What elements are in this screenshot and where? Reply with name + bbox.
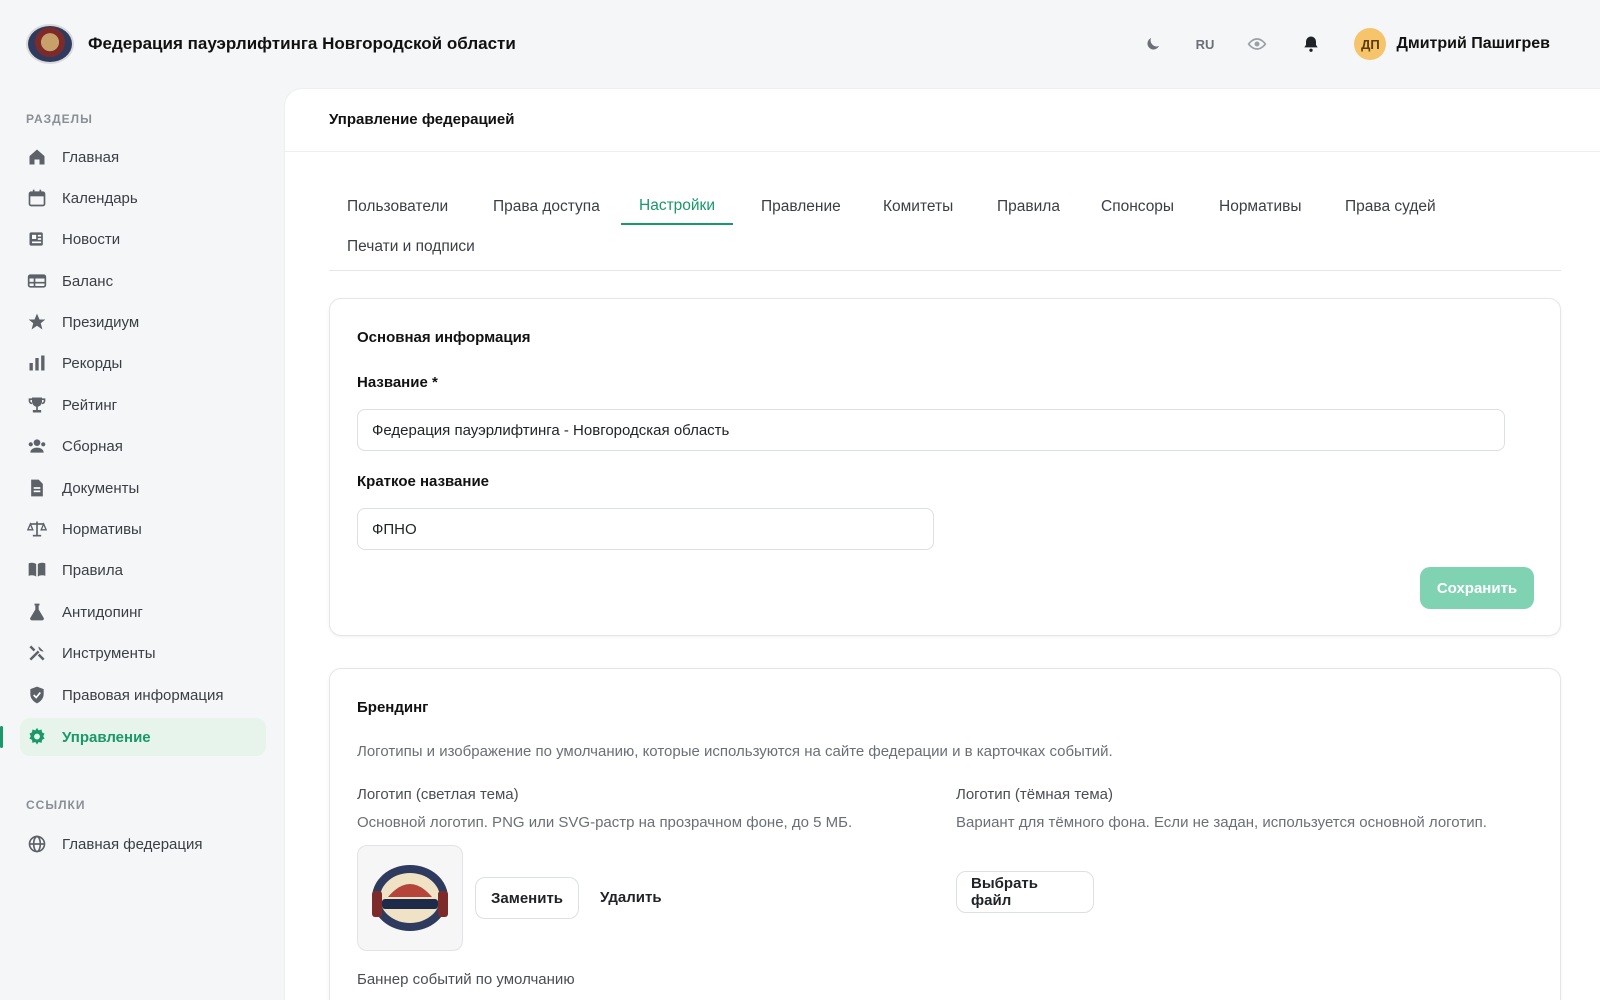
moon-icon[interactable] [1142,33,1164,55]
user-menu[interactable]: ДП Дмитрий Пашигрев [1354,28,1550,60]
document-icon [26,477,48,499]
sidebar-item-documents[interactable]: Документы [20,469,266,507]
tools-icon [26,642,48,664]
sidebar-item-label: Рейтинг [62,396,118,414]
logo-light-label: Логотип (светлая тема) [357,786,519,803]
tabs-divider [329,270,1561,271]
sidebar-item-management[interactable]: Управление [20,718,266,756]
sidebar-item-records[interactable]: Рекорды [20,344,266,382]
user-name: Дмитрий Пашигрев [1396,35,1550,52]
avatar: ДП [1354,28,1387,60]
logo-light-preview [357,845,463,951]
basic-info-card: Основная информация Название * Федерация… [329,298,1561,636]
sidebar-item-label: Антидопинг [62,603,143,621]
sidebar-item-label: Сборная [62,437,123,455]
short-name-input[interactable]: ФПНО [357,508,934,550]
main-panel: Управление федерацией Пользователи Права… [284,88,1600,1000]
tab-users[interactable]: Пользователи [329,189,466,225]
brand[interactable]: Федерация пауэрлифтинга Новгородской обл… [26,24,516,64]
replace-logo-button[interactable]: Заменить [475,877,579,919]
top-header: Федерация пауэрлифтинга Новгородской обл… [0,0,1600,88]
card-title: Основная информация [357,329,531,346]
users-icon [26,435,48,457]
sidebar-item-news[interactable]: Новости [20,220,266,258]
tab-standards[interactable]: Нормативы [1201,189,1320,225]
sidebar-item-label: Правовая информация [62,686,224,704]
sidebar-item-home[interactable]: Главная [20,138,266,176]
tab-seals-signatures[interactable]: Печати и подписи [329,229,493,265]
federation-logo [26,24,74,64]
sidebar-item-standards[interactable]: Нормативы [20,510,266,548]
sidebar-item-presidium[interactable]: Президиум [20,303,266,341]
sidebar-item-label: Документы [62,479,140,497]
book-icon [26,559,48,581]
page-title: Управление федерацией [329,111,515,128]
sidebar-item-antidoping[interactable]: Антидопинг [20,593,266,631]
sidebar-item-rules[interactable]: Правила [20,551,266,589]
bell-icon[interactable] [1300,33,1322,55]
sidebar-item-tools[interactable]: Инструменты [20,634,266,672]
gear-icon [26,726,48,748]
banner-label: Баннер событий по умолчанию [357,971,575,988]
globe-icon [26,833,48,855]
sidebar-item-label: Правила [62,561,123,579]
language-switch[interactable]: RU [1196,37,1215,52]
sidebar-link-main-federation[interactable]: Главная федерация [20,825,266,863]
sidebar-item-team[interactable]: Сборная [20,427,266,465]
calendar-icon [26,187,48,209]
sidebar-item-label: Президиум [62,313,140,331]
home-icon [26,146,48,168]
tab-settings[interactable]: Настройки [621,189,734,225]
logo-light-hint: Основной логотип. PNG или SVG-растр на п… [357,814,853,831]
name-label: Название * [357,374,438,391]
save-button[interactable]: Сохранить [1420,567,1534,609]
links-label: ССЫЛКИ [26,798,86,812]
eye-icon[interactable] [1246,33,1268,55]
sidebar-item-calendar[interactable]: Календарь [20,179,266,217]
sidebar-item-legal[interactable]: Правовая информация [20,676,266,714]
sections-label: РАЗДЕЛЫ [26,112,93,126]
tab-judge-rights[interactable]: Права судей [1327,189,1454,225]
flask-icon [26,601,48,623]
delete-logo-button[interactable]: Удалить [600,889,662,906]
sidebar-item-label: Баланс [62,272,114,290]
shield-icon [26,684,48,706]
sidebar-item-balance[interactable]: Баланс [20,262,266,300]
card-title: Брендинг [357,699,429,716]
news-icon [26,228,48,250]
star-icon [26,311,48,333]
sidebar-item-label: Новости [62,230,121,248]
bar-chart-icon [26,352,48,374]
sidebar-item-label: Управление [62,728,151,746]
table-icon [26,270,48,292]
header-actions: RU ДП Дмитрий Пашигрев [1110,26,1550,62]
logo-dark-hint: Вариант для тёмного фона. Если не задан,… [956,814,1487,831]
federation-logo-image [372,865,448,931]
active-indicator [0,726,3,748]
sidebar-item-label: Нормативы [62,520,142,538]
sidebar-item-label: Инструменты [62,644,156,662]
tab-access-rights[interactable]: Права доступа [475,189,618,225]
branding-description: Логотипы и изображение по умолчанию, кот… [357,743,1113,760]
branding-card: Брендинг Логотипы и изображение по умолч… [329,668,1561,1000]
tab-committees[interactable]: Комитеты [865,189,971,225]
sidebar-item-label: Главная [62,148,120,166]
choose-file-button[interactable]: Выбрать файл [956,871,1094,913]
app-title: Федерация пауэрлифтинга Новгородской обл… [88,34,516,53]
tab-sponsors[interactable]: Спонсоры [1083,189,1192,225]
sidebar-item-label: Главная федерация [62,835,203,853]
sidebar-item-label: Календарь [62,189,138,207]
short-name-label: Краткое название [357,473,490,490]
sidebar: РАЗДЕЛЫ Главная Календарь Новости Баланс… [0,88,282,1000]
sidebar-item-label: Рекорды [62,354,123,372]
tab-board[interactable]: Правление [743,189,859,225]
name-input[interactable]: Федерация пауэрлифтинга - Новгородская о… [357,409,1505,451]
tab-rules[interactable]: Правила [979,189,1078,225]
scale-icon [26,518,48,540]
logo-dark-label: Логотип (тёмная тема) [956,786,1114,803]
divider [285,151,1600,152]
sidebar-item-rating[interactable]: Рейтинг [20,386,266,424]
trophy-icon [26,394,48,416]
